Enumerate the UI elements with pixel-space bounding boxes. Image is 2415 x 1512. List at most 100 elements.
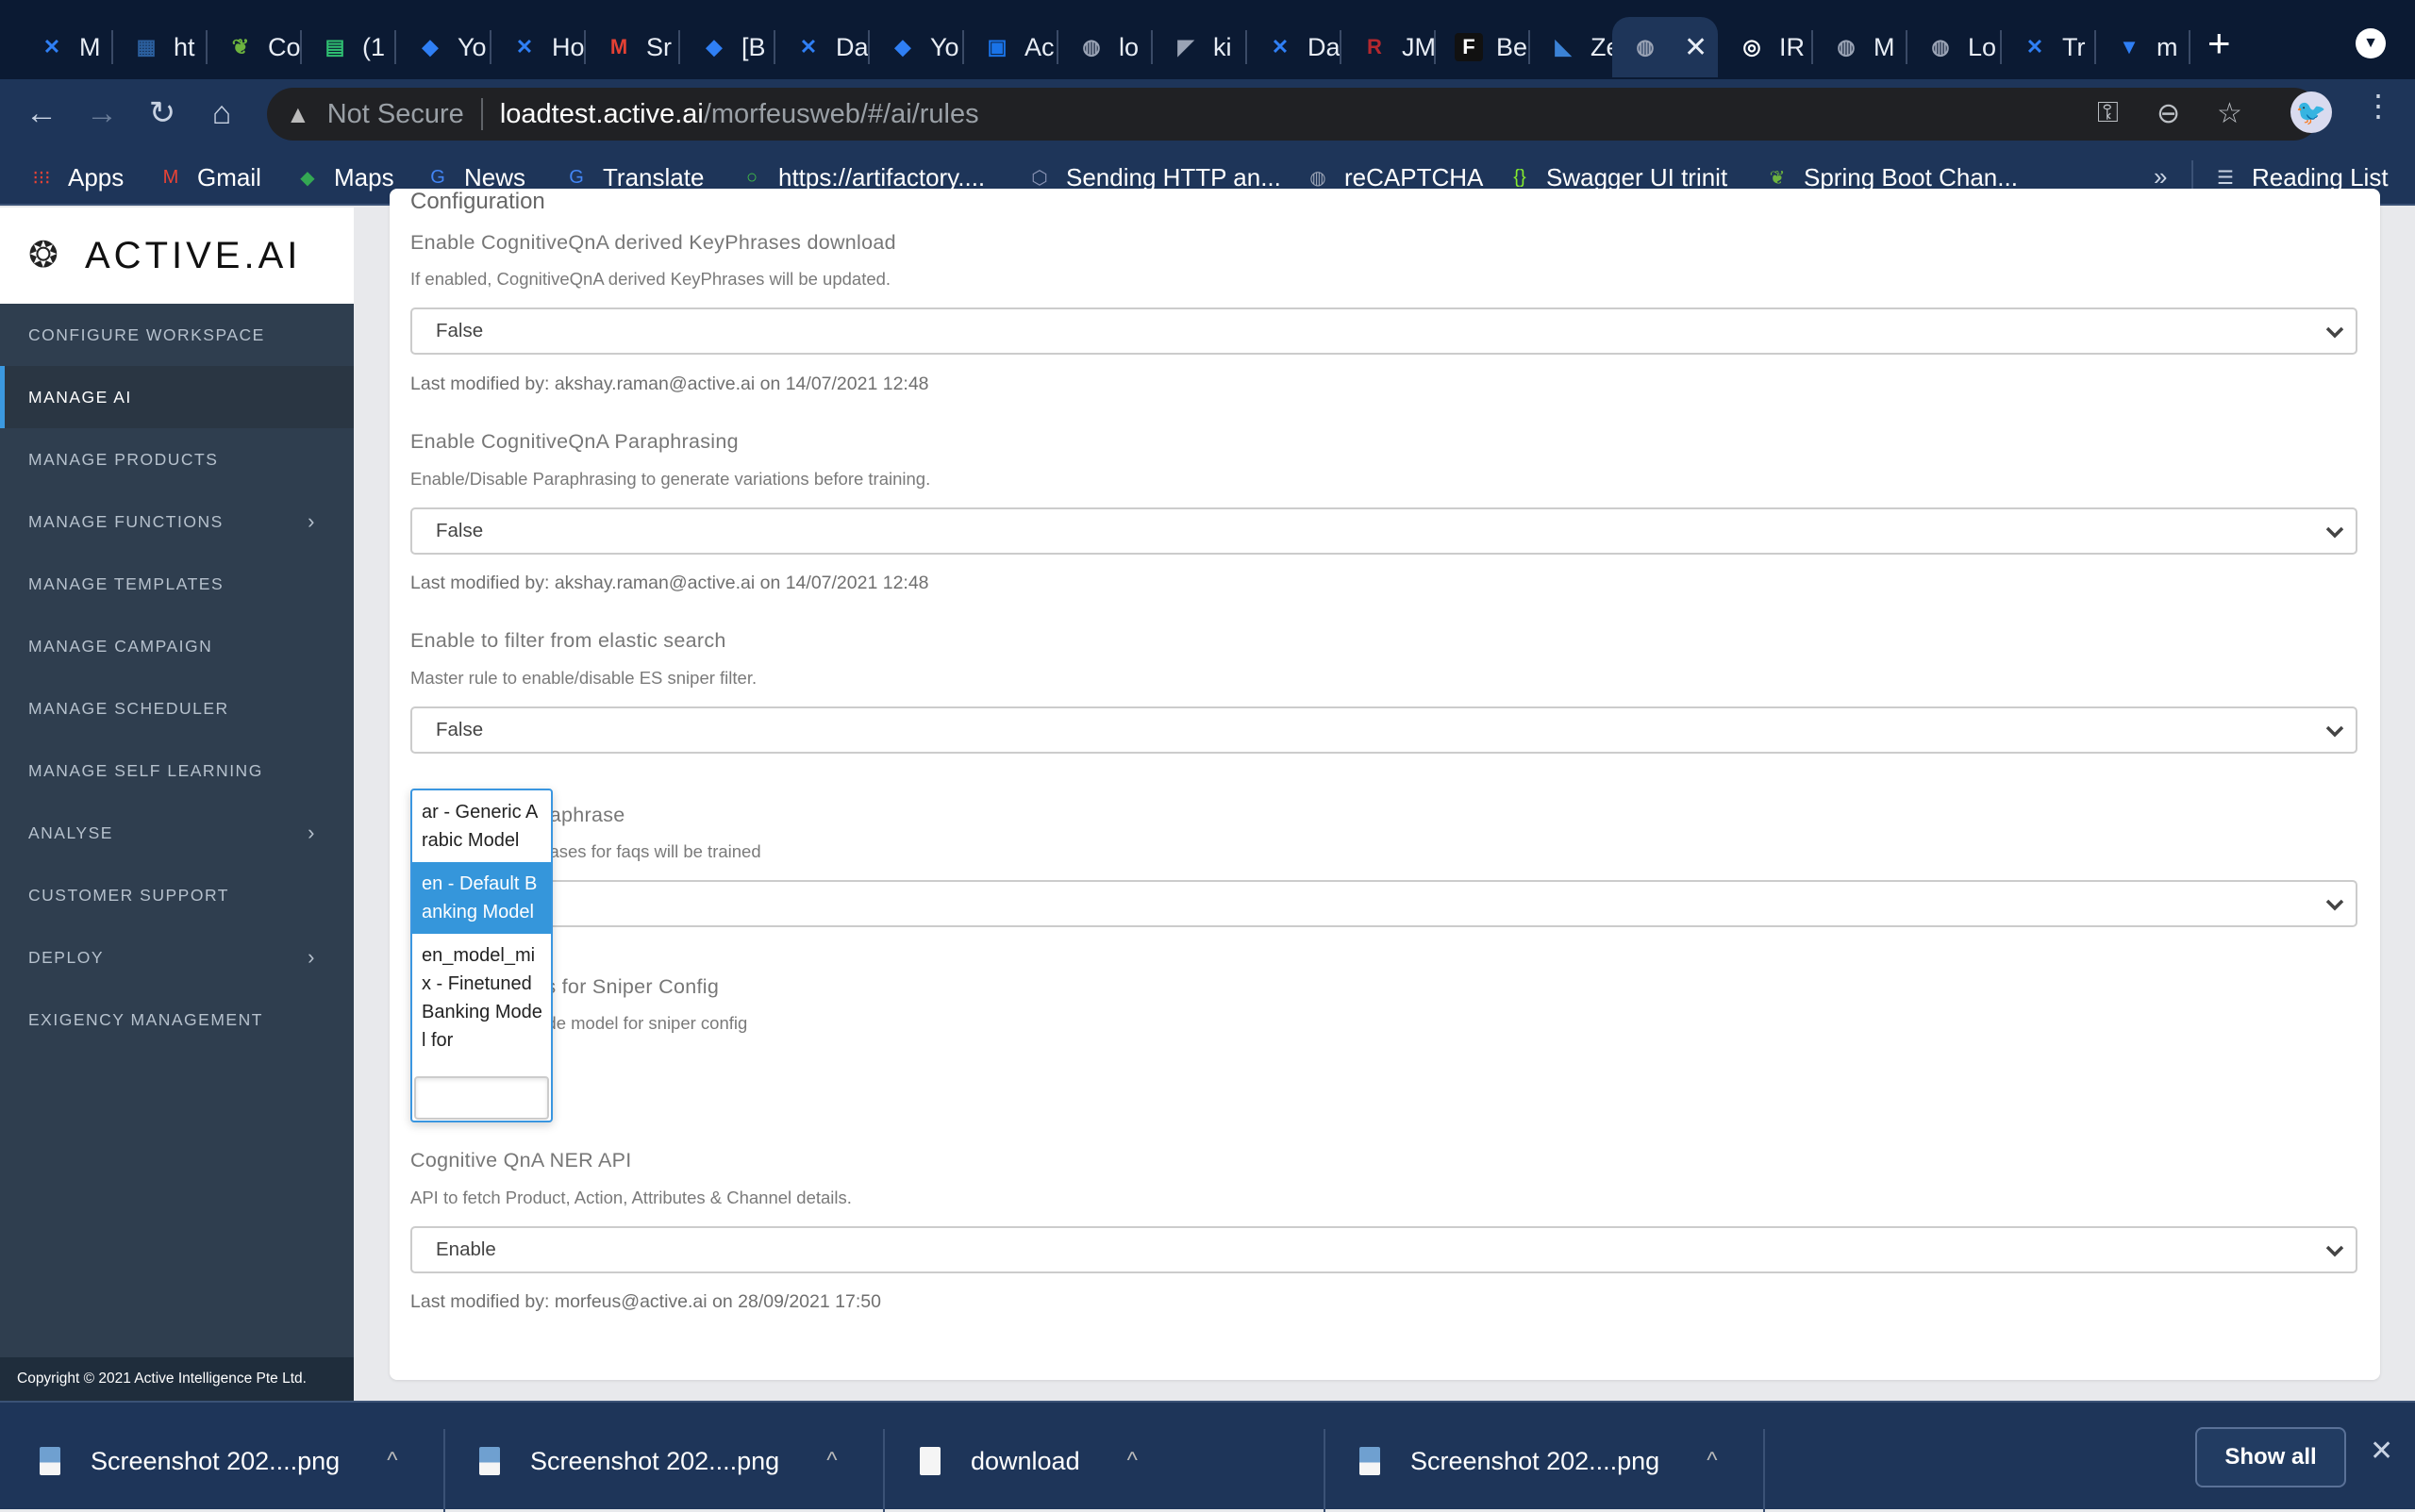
sidebar-item-exigency-management[interactable]: EXIGENCY MANAGEMENT bbox=[0, 989, 354, 1051]
tab[interactable]: M Sr bbox=[586, 17, 680, 77]
model-dropdown-list[interactable]: ar - Generic Arabic Model en - Default Ba… bbox=[410, 789, 553, 1122]
logo[interactable]: ❂ ACTIVE.AI bbox=[0, 208, 354, 304]
sidebar-item-label: DEPLOY bbox=[28, 947, 104, 967]
tab-active[interactable]: ◍ ✕ bbox=[1612, 17, 1718, 77]
tab[interactable]: ◤ ki bbox=[1153, 17, 1247, 77]
tab[interactable]: ▦ ht bbox=[113, 17, 208, 77]
forward-button[interactable]: → bbox=[81, 92, 123, 134]
zeplin-icon: ◣ bbox=[1555, 35, 1572, 58]
sidebar-item-label: CONFIGURE WORKSPACE bbox=[28, 324, 265, 344]
field-select[interactable]: False bbox=[410, 507, 2357, 555]
field-select[interactable] bbox=[410, 880, 2357, 927]
new-tab-button[interactable]: + bbox=[2207, 21, 2231, 66]
tab-title: Yo bbox=[458, 32, 487, 61]
swagger-icon: {} bbox=[1513, 166, 1526, 188]
bookmark-item[interactable]: M Gmail bbox=[158, 158, 261, 196]
tab-title: Da bbox=[1307, 32, 1341, 61]
tab-title: Tr bbox=[2062, 32, 2086, 61]
sidebar-item-manage-ai[interactable]: MANAGE AI bbox=[0, 366, 354, 428]
tab[interactable]: ✕ Ho bbox=[491, 17, 586, 77]
download-item[interactable]: Screenshot 202....png ^ bbox=[479, 1421, 837, 1501]
close-tab-icon[interactable]: ✕ bbox=[1684, 31, 1707, 64]
confluence-icon: ✕ bbox=[515, 35, 534, 58]
bookmark-item[interactable]: ◆ Maps bbox=[294, 158, 393, 196]
tab-title: Be bbox=[1496, 32, 1528, 61]
select-value: False bbox=[436, 320, 484, 341]
field-select[interactable]: False bbox=[410, 706, 2357, 754]
tab[interactable]: ◆ [B bbox=[681, 17, 775, 77]
bookmark-star-icon[interactable]: ☆ bbox=[2217, 97, 2242, 130]
field-description: Enable/Disable Paraphrasing to generate … bbox=[410, 469, 931, 489]
close-downloads-icon[interactable]: ✕ bbox=[2370, 1435, 2393, 1468]
warning-icon: ▲ bbox=[286, 99, 310, 128]
dropdown-option[interactable]: ar - Generic Arabic Model bbox=[412, 790, 551, 862]
reading-list-label: Reading List bbox=[2252, 162, 2389, 191]
bookmark-item[interactable]: ⁝⁝⁝ Apps bbox=[28, 158, 124, 196]
chevron-up-icon[interactable]: ^ bbox=[1707, 1448, 1717, 1474]
tab[interactable]: R JM bbox=[1341, 17, 1436, 77]
sidebar-item-label: ANALYSE bbox=[28, 822, 113, 842]
tab[interactable]: ▤ (1 bbox=[302, 17, 396, 77]
sidebar-item-deploy[interactable]: DEPLOY › bbox=[0, 926, 354, 989]
chevron-down-icon bbox=[2323, 1239, 2346, 1262]
download-filename: Screenshot 202....png bbox=[530, 1446, 780, 1475]
bookmark-label: Translate bbox=[603, 162, 705, 191]
sidebar-item-manage-templates[interactable]: MANAGE TEMPLATES bbox=[0, 553, 354, 615]
globe-icon: ◍ bbox=[1931, 35, 1950, 58]
tab[interactable]: ◍ Lo bbox=[1907, 17, 2002, 77]
download-item[interactable]: download ^ bbox=[920, 1421, 1138, 1501]
tab-title: lo bbox=[1119, 32, 1140, 61]
tab[interactable]: ▼ m bbox=[2096, 17, 2190, 77]
chevron-up-icon[interactable]: ^ bbox=[826, 1448, 837, 1474]
tab[interactable]: F Be bbox=[1436, 17, 1530, 77]
tab[interactable]: ❦ Co bbox=[208, 17, 302, 77]
download-separator bbox=[1324, 1429, 1325, 1512]
field-description: API to fetch Product, Action, Attributes… bbox=[410, 1188, 852, 1207]
tab[interactable]: ✕ Da bbox=[775, 17, 870, 77]
sidebar-item-customer-support[interactable]: CUSTOMER SUPPORT bbox=[0, 864, 354, 926]
dropdown-option[interactable]: en - Default Banking Model bbox=[412, 862, 551, 934]
address-bar[interactable]: ▲ Not Secure loadtest.active.ai /morfeus… bbox=[267, 88, 2320, 141]
sidebar-item-label: MANAGE FUNCTIONS bbox=[28, 511, 224, 531]
chevron-up-icon[interactable]: ^ bbox=[387, 1448, 397, 1474]
tab[interactable]: ◍ M bbox=[1813, 17, 1907, 77]
tab[interactable]: ◣ Ze bbox=[1530, 17, 1624, 77]
sidebar-item-configure-workspace[interactable]: CONFIGURE WORKSPACE bbox=[0, 304, 354, 366]
tab-search-button[interactable]: ▼ bbox=[2356, 28, 2386, 58]
dropdown-option[interactable]: en_model_mix - Finetuned Banking Model f… bbox=[412, 934, 551, 1062]
tab[interactable]: ✕ Tr bbox=[2002, 17, 2096, 77]
field-select[interactable]: False bbox=[410, 307, 2357, 355]
reload-button[interactable]: ↻ bbox=[142, 92, 183, 134]
key-icon[interactable]: ⚿ bbox=[2097, 97, 2119, 129]
back-button[interactable]: ← bbox=[21, 92, 62, 134]
sidebar-item-analyse[interactable]: ANALYSE › bbox=[0, 802, 354, 864]
browser-menu-icon[interactable]: ⋮ bbox=[2363, 91, 2393, 121]
tab[interactable]: ◎ IR bbox=[1719, 17, 1813, 77]
tab[interactable]: ◆ Yo bbox=[870, 17, 964, 77]
sidebar-item-manage-functions[interactable]: MANAGE FUNCTIONS › bbox=[0, 490, 354, 553]
profile-avatar[interactable]: 🐦 bbox=[2290, 91, 2332, 133]
download-item[interactable]: Screenshot 202....png ^ bbox=[1359, 1421, 1717, 1501]
field-select[interactable]: Enable bbox=[410, 1226, 2357, 1273]
tab-title: Da bbox=[836, 32, 869, 61]
more-bookmarks-button[interactable]: » bbox=[2154, 162, 2167, 191]
sidebar-item-manage-products[interactable]: MANAGE PRODUCTS bbox=[0, 428, 354, 490]
hex-icon: ⬡ bbox=[1031, 167, 1048, 189]
download-item[interactable]: Screenshot 202....png ^ bbox=[40, 1421, 397, 1501]
sidebar-item-manage-campaign[interactable]: MANAGE CAMPAIGN bbox=[0, 615, 354, 677]
sidebar-item-manage-self-learning[interactable]: MANAGE SELF LEARNING bbox=[0, 739, 354, 802]
dropdown-search-input[interactable] bbox=[414, 1076, 549, 1120]
tab[interactable]: ✕ Da bbox=[1247, 17, 1341, 77]
tab[interactable]: ✕ M bbox=[19, 17, 113, 77]
news-icon: G bbox=[430, 166, 445, 188]
tab[interactable]: ◍ lo bbox=[1058, 17, 1153, 77]
ir-icon: ◎ bbox=[1742, 35, 1761, 58]
chevron-up-icon[interactable]: ^ bbox=[1127, 1448, 1138, 1474]
chevron-down-icon bbox=[2323, 521, 2346, 543]
zoom-icon[interactable]: ⊖ bbox=[2157, 97, 2180, 130]
sidebar-item-manage-scheduler[interactable]: MANAGE SCHEDULER bbox=[0, 677, 354, 739]
show-all-button[interactable]: Show all bbox=[2195, 1427, 2346, 1487]
tab[interactable]: ▣ Ac bbox=[964, 17, 1058, 77]
tab[interactable]: ◆ Yo bbox=[397, 17, 491, 77]
home-button[interactable]: ⌂ bbox=[201, 92, 242, 134]
